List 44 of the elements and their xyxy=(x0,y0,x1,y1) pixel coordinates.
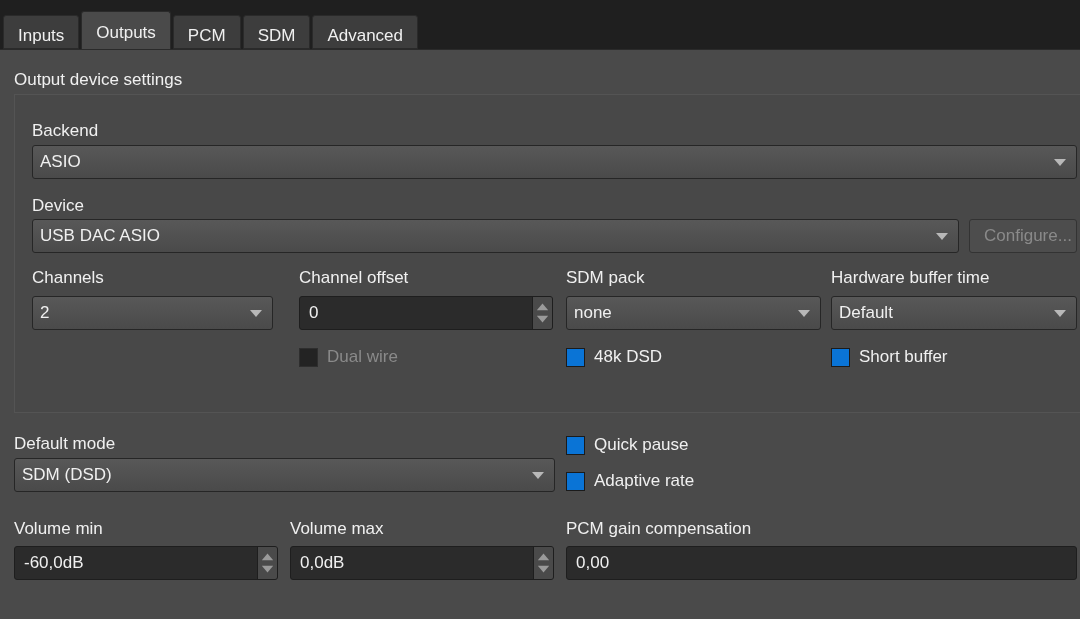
checkbox-label: Adaptive rate xyxy=(594,470,695,493)
dropdown-caret-icon xyxy=(532,471,544,479)
field-label: Backend xyxy=(32,120,100,140)
field-label: Volume max xyxy=(290,518,385,538)
field-label: Hardware buffer time xyxy=(831,267,991,287)
group-title: Output device settings xyxy=(14,69,184,89)
dropdown-caret-icon xyxy=(1054,158,1066,166)
dropdown[interactable]: USB DAC ASIO xyxy=(32,219,959,253)
dropdown-caret-icon xyxy=(1054,309,1066,317)
checkbox[interactable] xyxy=(831,347,850,367)
dropdown[interactable]: none xyxy=(566,296,821,330)
dropdown[interactable]: Default xyxy=(831,296,1077,330)
field-label: PCM gain compensation xyxy=(566,518,753,538)
tab[interactable]: SDM xyxy=(242,15,311,49)
checkbox[interactable] xyxy=(566,347,585,367)
dropdown-caret-icon xyxy=(798,309,810,317)
dropdown[interactable]: SDM (DSD) xyxy=(14,458,555,492)
field-label: Volume min xyxy=(14,518,104,538)
checkbox-label: 48k DSD xyxy=(594,346,663,369)
spin-box[interactable]: 0,0dB xyxy=(290,546,554,580)
checkbox[interactable] xyxy=(566,471,585,491)
dropdown[interactable]: 2 xyxy=(32,296,273,330)
field-label: SDM pack xyxy=(566,267,646,287)
checkbox-label: Short buffer xyxy=(859,346,948,369)
tab[interactable]: Inputs xyxy=(3,15,80,49)
tab[interactable]: Outputs xyxy=(81,11,171,49)
checkbox-label: Quick pause xyxy=(594,434,689,457)
field-label: Channels xyxy=(32,267,105,287)
field-label: Device xyxy=(32,195,85,215)
tab[interactable]: PCM xyxy=(172,15,241,49)
field-label: Channel offset xyxy=(299,267,410,287)
input-field[interactable]: 0,00 xyxy=(566,546,1077,580)
spinner-arrows-icon[interactable] xyxy=(257,547,277,579)
dropdown[interactable]: ASIO xyxy=(32,145,1077,179)
dropdown-caret-icon xyxy=(250,309,262,317)
spinner-arrows-icon[interactable] xyxy=(532,297,552,329)
checkbox[interactable] xyxy=(566,435,585,455)
spin-box[interactable]: -60,0dB xyxy=(14,546,278,580)
checkbox-label: Dual wire xyxy=(327,346,398,369)
tab[interactable]: Advanced xyxy=(312,15,419,49)
spin-box[interactable]: 0 xyxy=(299,296,553,330)
field-label: Default mode xyxy=(14,433,117,453)
dropdown-caret-icon xyxy=(936,232,948,240)
spinner-arrows-icon[interactable] xyxy=(533,547,553,579)
